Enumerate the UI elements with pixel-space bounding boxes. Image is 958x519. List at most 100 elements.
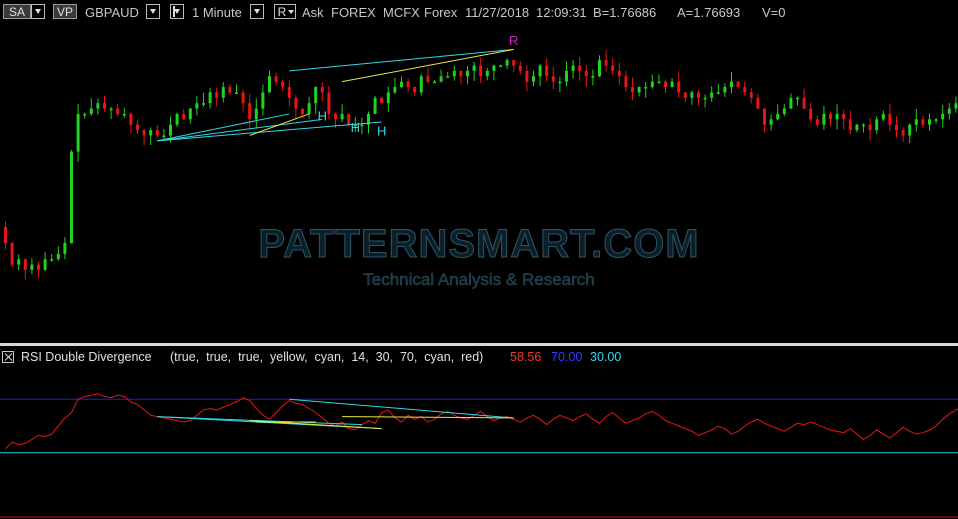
price-candle <box>835 104 839 130</box>
price-candle <box>149 127 153 145</box>
pane-divider[interactable] <box>0 343 958 346</box>
price-candle <box>954 96 958 113</box>
price-candle <box>472 61 476 81</box>
price-candle <box>228 84 232 95</box>
price-candle <box>182 109 186 121</box>
price-candle <box>136 120 139 134</box>
sa-button-label: SA <box>8 5 25 19</box>
indicator-upper-level: 70.00 <box>551 350 583 364</box>
price-candle <box>327 86 331 119</box>
price-candle <box>730 72 733 94</box>
price-candle <box>657 74 661 84</box>
price-candle <box>868 118 872 141</box>
price-candle <box>320 82 324 102</box>
price-candle <box>116 103 120 117</box>
price-chart[interactable]: R H H H <box>0 26 958 343</box>
price-candle <box>241 89 245 112</box>
price-candle <box>908 123 912 144</box>
pattern-marker: R <box>509 33 518 48</box>
price-candle <box>776 104 780 121</box>
pattern-marker: H <box>351 120 360 135</box>
price-candle <box>195 95 199 116</box>
price-candle <box>10 241 14 268</box>
price-candle <box>281 79 285 92</box>
r-button-label: R <box>277 5 287 19</box>
price-candle <box>532 70 535 87</box>
price-candle <box>512 59 516 72</box>
price-candle <box>188 108 192 124</box>
indicator-header: RSI Double Divergence (true, true, true,… <box>0 348 958 366</box>
price-candle <box>862 123 865 133</box>
price-candle <box>373 95 377 115</box>
price-candle <box>802 88 806 109</box>
sa-dropdown-icon[interactable] <box>31 4 45 19</box>
price-candle <box>637 86 641 97</box>
sa-button[interactable]: SA <box>3 4 31 19</box>
price-candle <box>175 112 179 128</box>
price-candle <box>723 83 727 97</box>
symbol-label[interactable]: GBPAUD <box>85 5 139 21</box>
price-candle <box>43 252 47 271</box>
price-candle <box>565 61 568 87</box>
close-icon[interactable] <box>2 351 14 363</box>
price-candle <box>254 98 258 129</box>
toolbar: SA VP GBPAUD 1 Minute R Ask FOREX MCFX F… <box>0 0 958 26</box>
rsi-chart[interactable] <box>0 366 958 519</box>
price-candle <box>103 95 106 112</box>
market-label: FOREX <box>331 5 376 20</box>
indicator-value: 58.56 <box>510 350 542 364</box>
price-candle <box>221 82 225 103</box>
price-candle <box>446 71 450 78</box>
price-candle <box>796 96 799 106</box>
price-candle <box>268 70 271 93</box>
price-candle <box>294 94 298 119</box>
interval-label[interactable]: 1 Minute <box>192 5 242 21</box>
price-candle <box>261 84 265 116</box>
volume-label: V=0 <box>762 5 786 20</box>
price-candle <box>439 69 443 83</box>
price-candle <box>578 57 582 81</box>
price-candle <box>677 71 681 98</box>
price-candle <box>914 108 918 132</box>
price-candle <box>901 127 905 142</box>
interval-dropdown-icon[interactable] <box>250 4 264 19</box>
price-candle <box>287 79 291 106</box>
vp-button[interactable]: VP <box>53 4 77 19</box>
price-candle <box>459 70 463 85</box>
price-candle <box>83 112 87 119</box>
price-candle <box>479 57 483 84</box>
price-type-label: Ask <box>302 5 324 20</box>
price-candle <box>274 72 278 86</box>
price-candle <box>888 104 892 132</box>
price-candle <box>829 111 832 127</box>
date-label: 11/27/2018 <box>465 5 530 20</box>
price-candle <box>360 117 364 135</box>
interval-type-dropdown-icon[interactable] <box>170 4 184 19</box>
rsi-divergence-line <box>289 398 514 419</box>
price-candle <box>525 65 529 92</box>
price-candle <box>644 82 648 98</box>
price-candle <box>30 258 34 275</box>
price-candle <box>89 98 93 116</box>
price-candle <box>571 60 575 79</box>
price-candle <box>155 125 159 138</box>
price-candle <box>822 106 826 130</box>
divergence-line <box>249 113 310 136</box>
price-candle <box>584 65 588 87</box>
price-candle <box>895 116 898 138</box>
price-candle <box>63 237 67 260</box>
divergence-line <box>157 118 323 142</box>
price-candle <box>122 108 126 118</box>
price-candle <box>307 96 311 119</box>
price-candle <box>76 103 80 163</box>
pattern-marker: H <box>318 108 327 123</box>
price-candle <box>433 79 436 84</box>
r-button[interactable]: R <box>274 4 296 19</box>
symbol-dropdown-icon[interactable] <box>146 4 160 19</box>
price-candle <box>743 81 747 96</box>
price-candle <box>631 77 634 101</box>
price-candle <box>815 115 819 128</box>
price-candle <box>598 55 601 78</box>
price-candle <box>611 58 615 76</box>
bid-label: B=1.76686 <box>593 5 657 20</box>
